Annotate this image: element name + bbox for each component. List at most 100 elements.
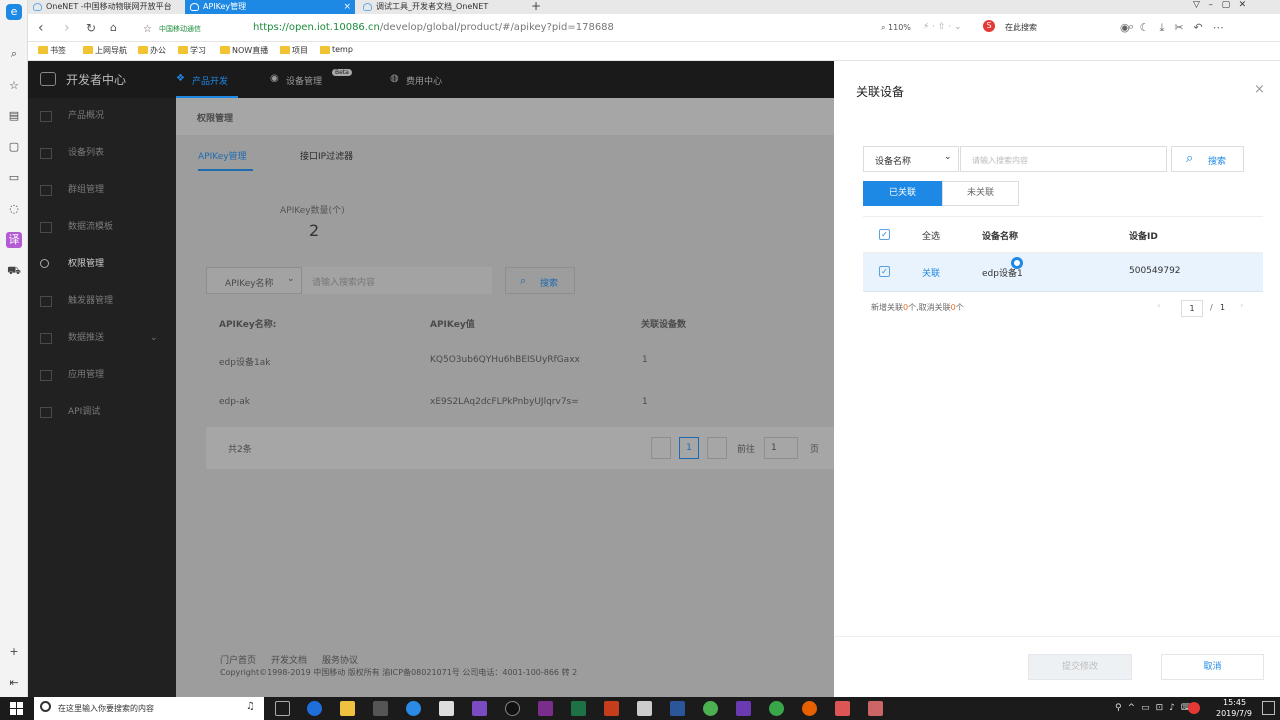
browser-logo-icon[interactable]: e (6, 4, 22, 20)
page-number[interactable]: 1 (679, 437, 699, 459)
sidebar-item-api-debug[interactable]: API调试 (28, 394, 176, 431)
bookmark-item[interactable]: 项目 (280, 45, 308, 56)
sidebar-item-overview[interactable]: 产品概况 (28, 98, 176, 135)
qq-icon[interactable] (505, 701, 520, 716)
forward-icon[interactable]: › (64, 20, 70, 36)
prev-page-button[interactable] (651, 437, 671, 459)
tab-onenet[interactable]: OneNET -中国移动物联网开放平台 (28, 0, 183, 14)
windows-start-icon[interactable] (10, 702, 23, 715)
sidebar-item-devices[interactable]: 设备列表 (28, 135, 176, 172)
zoom-indicator[interactable]: ⌕ 110% (881, 23, 911, 33)
edge-icon[interactable] (307, 701, 322, 716)
bookmark-item[interactable]: 书签 (38, 45, 66, 56)
segment-linked[interactable]: 已关联 (863, 181, 942, 206)
bookmark-item[interactable]: NOW直播 (220, 45, 268, 56)
tab-ip-filter[interactable]: 接口IP过滤器 (300, 149, 353, 162)
file-explorer-icon[interactable] (340, 701, 355, 716)
nav-billing[interactable]: ◍ 费用中心 (390, 61, 460, 98)
sidebar-item-triggers[interactable]: 触发器管理 (28, 283, 176, 320)
bookmark-item[interactable]: 上网导航 (83, 45, 127, 56)
back-icon[interactable]: ‹ (38, 20, 44, 36)
filter-input[interactable]: 请输入搜索内容 (302, 267, 492, 294)
visual-studio-icon[interactable] (472, 701, 487, 716)
bookmark-item[interactable]: 学习 (178, 45, 206, 56)
footer-link-home[interactable]: 门户首页 (220, 653, 256, 666)
close-icon[interactable]: × (1254, 82, 1265, 97)
close-icon[interactable]: × (343, 0, 351, 14)
task-view-icon[interactable] (275, 701, 290, 716)
bookmark-item[interactable]: 办公 (138, 45, 166, 56)
page-input[interactable]: 1 (1181, 300, 1203, 317)
nav-device-mgmt[interactable]: ◉ 设备管理 Beta (270, 61, 360, 98)
footer-link-docs[interactable]: 开发文档 (271, 653, 307, 666)
chat-icon[interactable]: ◌ (6, 201, 22, 217)
tab-apikey[interactable]: APIKey管理 × (185, 0, 355, 14)
filter-select[interactable]: 设备名称 ⌄ (863, 146, 959, 172)
star-icon[interactable]: ☆ (6, 78, 22, 94)
table-row[interactable]: ✓ 关联 edp设备1 500549792 (863, 253, 1263, 292)
sidebar-item-push[interactable]: 数据推送 ⌄ (28, 320, 176, 357)
sidebar-item-permissions[interactable]: 权限管理 (28, 246, 176, 283)
chrome-icon[interactable] (703, 701, 718, 716)
brand-title[interactable]: 开发者中心 (66, 71, 126, 88)
clock-time[interactable]: 15:45 (1223, 698, 1246, 707)
video-icon[interactable]: ▭ (6, 170, 22, 186)
next-page-icon[interactable]: › (1240, 301, 1244, 311)
bookmark-item[interactable]: temp (320, 45, 353, 54)
search-button[interactable]: ⌕ 搜索 (505, 267, 575, 294)
tray-app-icon[interactable] (1188, 702, 1200, 714)
browser-search-box[interactable]: S 在此搜索 ⌕ (983, 20, 1143, 36)
note-icon[interactable]: ▢ (6, 139, 22, 155)
mail-icon[interactable] (439, 701, 454, 716)
reload-icon[interactable]: ↻ (86, 20, 96, 36)
store-icon[interactable] (373, 701, 388, 716)
search-input[interactable]: 请输入搜索内容 (960, 146, 1167, 172)
collapse-icon[interactable]: ⇤ (6, 675, 22, 691)
bookmark-star-icon[interactable]: ☆ (143, 22, 152, 38)
nav-product-dev[interactable]: ❖ 产品开发 (176, 61, 238, 98)
submit-changes-button[interactable]: 提交修改 (1028, 654, 1132, 680)
notification-icon[interactable] (1262, 701, 1275, 715)
home-icon[interactable]: ⌂ (110, 20, 117, 36)
prev-page-icon[interactable]: ‹ (1157, 301, 1161, 311)
filter-select[interactable]: APIKey名称 ⌄ (206, 267, 302, 294)
footer-link-terms[interactable]: 服务协议 (322, 653, 358, 666)
new-tab-button[interactable]: + (531, 0, 541, 13)
app-icon[interactable] (835, 701, 850, 716)
address-tools[interactable]: ⚡ · ⇧ · ⌄ (923, 22, 962, 32)
news-icon[interactable]: ▤ (6, 108, 22, 124)
window-controls[interactable]: ▽ – ▢ ✕ (1193, 0, 1246, 10)
search-engine-icon[interactable]: S (983, 20, 995, 32)
translate-icon[interactable]: 译 (6, 232, 22, 248)
clock-date[interactable]: 2019/7/9 (1216, 709, 1252, 718)
cancel-button[interactable]: 取消 (1161, 654, 1264, 680)
notepad-icon[interactable] (637, 701, 652, 716)
tab-apikey-mgmt[interactable]: APIKey管理 (198, 149, 247, 162)
taskbar-search-box[interactable]: 在这里输入你要搜索的内容 ♫ (34, 697, 264, 720)
sidebar-item-apps[interactable]: 应用管理 (28, 357, 176, 394)
next-page-button[interactable] (707, 437, 727, 459)
add-icon[interactable]: + (6, 644, 22, 660)
app-icon[interactable] (769, 701, 784, 716)
cart-icon[interactable]: ⛟ (6, 263, 22, 279)
vs-code-icon[interactable] (736, 701, 751, 716)
word-icon[interactable] (670, 701, 685, 716)
sidebar-item-groups[interactable]: 群组管理 (28, 172, 176, 209)
browser-icon[interactable] (406, 701, 421, 716)
search-icon[interactable]: ⌕ (6, 46, 22, 62)
onenote-icon[interactable] (538, 701, 553, 716)
sidebar-item-datastream[interactable]: 数据流模板 (28, 209, 176, 246)
tab-debug-tool[interactable]: 调试工具_开发者文档_OneNET (358, 0, 528, 14)
row-checkbox[interactable]: ✓ (879, 266, 890, 277)
browser-toolbar-icons[interactable]: ◉☾⤓✂↶⋯ (1120, 21, 1234, 35)
goto-input[interactable]: 1 (764, 437, 798, 459)
search-button[interactable]: ⌕ 搜索 (1171, 146, 1244, 172)
filter-placeholder: 请输入搜索内容 (312, 278, 376, 288)
powerpoint-icon[interactable] (604, 701, 619, 716)
firefox-icon[interactable] (802, 701, 817, 716)
url-field[interactable]: https://open.iot.10086.cn/develop/global… (253, 22, 614, 33)
excel-icon[interactable] (571, 701, 586, 716)
app-icon[interactable] (868, 701, 883, 716)
select-all-checkbox[interactable]: ✓ (879, 229, 890, 240)
segment-unlinked[interactable]: 未关联 (942, 181, 1019, 206)
